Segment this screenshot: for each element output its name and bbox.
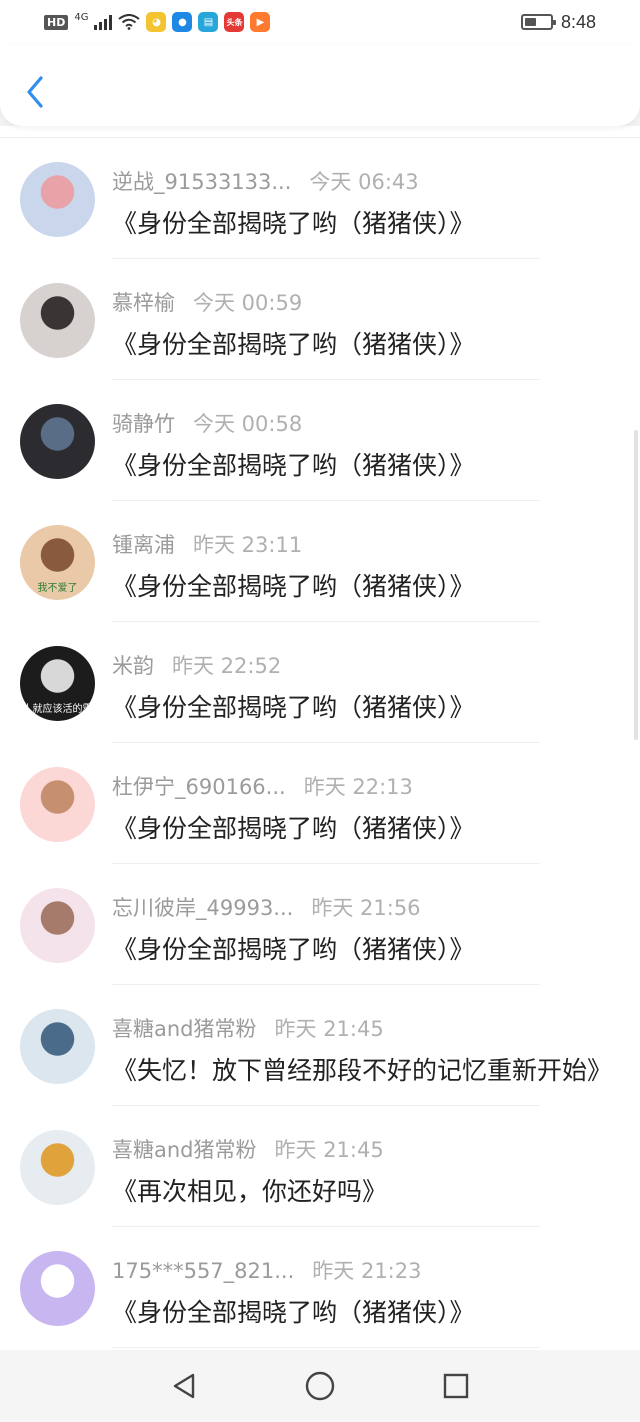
- battery-icon: [520, 14, 556, 30]
- conversation-meta: 米韵 昨天 22:52: [112, 650, 281, 680]
- avatar[interactable]: [20, 1251, 95, 1326]
- conversation-item[interactable]: 忘川彼岸_49993... 昨天 21:56 《身份全部揭晓了哟（猪猪侠）》: [0, 864, 640, 985]
- conversation-meta: 慕梓榆 今天 00:59: [112, 287, 302, 317]
- scrollbar[interactable]: [634, 430, 638, 740]
- message-time: 昨天 21:23: [312, 1259, 422, 1283]
- conversation-meta: 逆战_91533133... 今天 06:43: [112, 166, 419, 196]
- nav-back-button[interactable]: [166, 1368, 202, 1404]
- sender-name: 175***557_821...: [112, 1259, 295, 1283]
- row-divider: [112, 1347, 540, 1348]
- nav-recents-button[interactable]: [438, 1368, 474, 1404]
- avatar[interactable]: 我不爱了: [20, 525, 95, 600]
- square-recents-icon: [443, 1373, 469, 1399]
- message-preview: 《身份全部揭晓了哟（猪猪侠）》: [112, 693, 475, 722]
- conversation-meta: 锺离浦 昨天 23:11: [112, 529, 302, 559]
- notification-app-icons: ◕ ● ▤ 头条 ▶: [146, 12, 271, 32]
- message-time: 昨天 21:45: [274, 1017, 384, 1041]
- message-preview: 《身份全部揭晓了哟（猪猪侠）》: [112, 935, 475, 964]
- message-preview: 《再次相见，你还好吗》: [112, 1177, 388, 1206]
- message-preview: 《身份全部揭晓了哟（猪猪侠）》: [112, 330, 475, 359]
- message-time: 昨天 22:52: [172, 654, 282, 678]
- circle-home-icon: [305, 1371, 335, 1401]
- page: HD 4G ◕ ● ▤ 头条 ▶ 8:48 逆战_91533133... 今天 …: [0, 0, 640, 1422]
- sender-name: 米韵: [112, 654, 154, 678]
- signal-icon: [94, 14, 113, 30]
- sender-name: 忘川彼岸_49993...: [112, 896, 294, 920]
- message-preview: 《身份全部揭晓了哟（猪猪侠）》: [112, 1298, 475, 1327]
- reader-app-icon: ▤: [198, 12, 219, 32]
- avatar-caption: 人就应该活的霸: [22, 704, 93, 715]
- status-right: 8:48: [520, 0, 596, 44]
- toutiao-app-icon: 头条: [224, 12, 245, 32]
- conversation-item[interactable]: 人就应该活的霸 米韵 昨天 22:52 《身份全部揭晓了哟（猪猪侠）》: [0, 622, 640, 743]
- avatar[interactable]: [20, 1009, 95, 1084]
- avatar[interactable]: [20, 888, 95, 963]
- message-preview: 《身份全部揭晓了哟（猪猪侠）》: [112, 572, 475, 601]
- message-preview: 《身份全部揭晓了哟（猪猪侠）》: [112, 451, 475, 480]
- status-bar: HD 4G ◕ ● ▤ 头条 ▶ 8:48: [0, 0, 640, 44]
- message-time: 昨天 22:13: [303, 775, 413, 799]
- sender-name: 逆战_91533133...: [112, 170, 292, 194]
- message-preview: 《失忆！放下曾经那段不好的记忆重新开始》: [112, 1056, 612, 1085]
- avatar-caption: 我不爱了: [37, 583, 78, 594]
- message-time: 今天 00:58: [193, 412, 303, 436]
- message-preview: 《身份全部揭晓了哟（猪猪侠）》: [112, 814, 475, 843]
- conversation-item[interactable]: 杜伊宁_690166... 昨天 22:13 《身份全部揭晓了哟（猪猪侠）》: [0, 743, 640, 864]
- sender-name: 慕梓榆: [112, 291, 175, 315]
- nav-home-button[interactable]: [302, 1368, 338, 1404]
- conversation-item[interactable]: 逆战_91533133... 今天 06:43 《身份全部揭晓了哟（猪猪侠）》: [0, 138, 640, 259]
- chevron-left-icon: [27, 76, 43, 108]
- sender-name: 锺离浦: [112, 533, 175, 557]
- network-type: 4G: [74, 11, 89, 23]
- conversation-meta: 杜伊宁_690166... 昨天 22:13: [112, 771, 413, 801]
- system-nav-bar: [0, 1350, 640, 1422]
- sender-name: 喜糖and猪常粉: [112, 1138, 257, 1162]
- avatar[interactable]: [20, 767, 95, 842]
- triangle-back-icon: [173, 1373, 195, 1399]
- message-time: 昨天 23:11: [193, 533, 303, 557]
- back-button[interactable]: [20, 72, 50, 112]
- hd-indicator: HD: [44, 14, 69, 30]
- conversation-meta: 忘川彼岸_49993... 昨天 21:56: [112, 892, 421, 922]
- conversation-list[interactable]: 逆战_91533133... 今天 06:43 《身份全部揭晓了哟（猪猪侠）》 慕梓榆…: [0, 126, 640, 1350]
- conversation-item[interactable]: 我不爱了 锺离浦 昨天 23:11 《身份全部揭晓了哟（猪猪侠）》: [0, 501, 640, 622]
- sender-name: 骑静竹: [112, 412, 175, 436]
- conversation-item[interactable]: 喜糖and猪常粉 昨天 21:45 《失忆！放下曾经那段不好的记忆重新开始》: [0, 985, 640, 1106]
- conversation-item[interactable]: 175***557_821... 昨天 21:23 《身份全部揭晓了哟（猪猪侠）》: [0, 1227, 640, 1348]
- list-top-spacer: [0, 126, 640, 138]
- conversation-meta: 骑静竹 今天 00:58: [112, 408, 302, 438]
- message-time: 昨天 21:45: [274, 1138, 384, 1162]
- conversation-meta: 喜糖and猪常粉 昨天 21:45: [112, 1013, 384, 1043]
- message-preview: 《身份全部揭晓了哟（猪猪侠）》: [112, 209, 475, 238]
- conversation-rows: 逆战_91533133... 今天 06:43 《身份全部揭晓了哟（猪猪侠）》 慕梓榆…: [0, 138, 640, 1348]
- avatar[interactable]: [20, 283, 95, 358]
- message-time: 今天 00:59: [193, 291, 303, 315]
- clock: 8:48: [560, 11, 596, 32]
- wifi-icon: [118, 14, 141, 30]
- message-time: 昨天 21:56: [311, 896, 421, 920]
- conversation-item[interactable]: 喜糖and猪常粉 昨天 21:45 《再次相见，你还好吗》: [0, 1106, 640, 1227]
- avatar[interactable]: [20, 162, 95, 237]
- battery-level: [524, 18, 536, 26]
- avatar[interactable]: [20, 404, 95, 479]
- status-left: HD 4G ◕ ● ▤ 头条 ▶: [44, 11, 271, 32]
- browser-app-icon: ●: [172, 12, 193, 32]
- conversation-meta: 175***557_821... 昨天 21:23: [112, 1255, 421, 1285]
- avatar[interactable]: 人就应该活的霸: [20, 646, 95, 721]
- conversation-item[interactable]: 慕梓榆 今天 00:59 《身份全部揭晓了哟（猪猪侠）》: [0, 259, 640, 380]
- video-app-icon: ▶: [250, 12, 271, 32]
- message-time: 今天 06:43: [309, 170, 419, 194]
- sender-name: 喜糖and猪常粉: [112, 1017, 257, 1041]
- avatar[interactable]: [20, 1130, 95, 1205]
- conversation-meta: 喜糖and猪常粉 昨天 21:45: [112, 1134, 384, 1164]
- sender-name: 杜伊宁_690166...: [112, 775, 286, 799]
- header: [0, 44, 640, 126]
- conversation-item[interactable]: 骑静竹 今天 00:58 《身份全部揭晓了哟（猪猪侠）》: [0, 380, 640, 501]
- duckling-app-icon: ◕: [146, 12, 167, 32]
